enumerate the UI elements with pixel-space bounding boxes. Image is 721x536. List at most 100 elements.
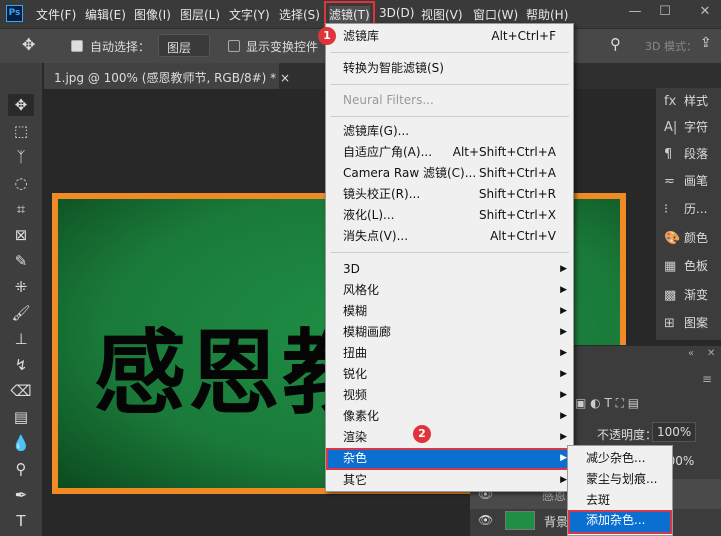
minimize-button[interactable]: — bbox=[620, 0, 650, 24]
move-icon: ✥ bbox=[22, 35, 36, 54]
eyedropper-tool-icon[interactable]: ✎ bbox=[8, 250, 34, 272]
menu-item-vanishing-point[interactable]: 消失点(V)... Alt+Ctrl+V bbox=[326, 226, 573, 247]
stamp-tool-icon[interactable]: ⊥ bbox=[8, 328, 34, 350]
menu-item-despeckle[interactable]: 去斑 bbox=[568, 490, 672, 511]
menu-layer[interactable]: 图层(L) bbox=[180, 6, 220, 23]
gradient-tool-icon[interactable]: ▤ bbox=[8, 406, 34, 428]
menu-item-convert-smart[interactable]: 转换为智能滤镜(S) bbox=[326, 58, 573, 79]
menu-image[interactable]: 图像(I) bbox=[134, 6, 171, 23]
menu-item-liquify[interactable]: 液化(L)... Shift+Ctrl+X bbox=[326, 205, 573, 226]
search-icon[interactable]: ⚲ bbox=[610, 35, 621, 53]
layer-select-dropdown[interactable]: 图层 bbox=[158, 34, 210, 57]
layer-thumbnail bbox=[505, 511, 535, 530]
menu-item-neural-filters: Neural Filters... bbox=[343, 93, 434, 107]
healing-tool-icon[interactable]: ⁜ bbox=[8, 276, 34, 298]
menu-help[interactable]: 帮助(H) bbox=[526, 6, 568, 23]
menu-item-stylize[interactable]: 风格化 ▶ bbox=[326, 280, 573, 301]
step-badge-1: 1 bbox=[318, 27, 336, 45]
noise-submenu: 减少杂色... 蒙尘与划痕... 去斑 添加杂色... bbox=[567, 445, 673, 536]
menu-view[interactable]: 视图(V) bbox=[421, 6, 463, 23]
panel-swatches[interactable]: ▦ 色板 bbox=[664, 253, 708, 279]
frame-tool-icon[interactable]: ⊠ bbox=[8, 224, 34, 246]
menu-item-camera-raw[interactable]: Camera Raw 滤镜(C)... Shift+Ctrl+A bbox=[326, 163, 573, 184]
document-tab[interactable]: 1.jpg @ 100% (感恩教师节, RGB/8#) * × bbox=[44, 63, 290, 89]
marquee-tool-icon[interactable]: ⬚ bbox=[8, 120, 34, 142]
menu-item-3d[interactable]: 3D ▶ bbox=[326, 259, 573, 280]
panel-close-icon[interactable]: ✕ bbox=[707, 348, 715, 359]
paragraph-icon: ¶ bbox=[664, 147, 673, 162]
menu-item-blur[interactable]: 模糊 ▶ bbox=[326, 301, 573, 322]
show-transform-label: 显示变换控件 bbox=[246, 40, 319, 54]
palette-icon: 🎨 bbox=[664, 231, 681, 246]
menu-item-noise[interactable]: 杂色 ▶ bbox=[326, 448, 573, 470]
maximize-button[interactable]: ☐ bbox=[650, 0, 680, 24]
menu-item-lens-correction[interactable]: 镜头校正(R)... Shift+Ctrl+R bbox=[326, 184, 573, 205]
menu-window[interactable]: 窗口(W) bbox=[473, 6, 518, 23]
panel-color[interactable]: 🎨 颜色 bbox=[664, 225, 708, 251]
eye-icon[interactable]: 👁 bbox=[478, 513, 493, 527]
type-tool-icon[interactable]: T bbox=[8, 510, 34, 532]
move-tool-icon[interactable]: ✥ bbox=[8, 94, 34, 116]
panel-history[interactable]: ⁝ 历... bbox=[664, 196, 707, 222]
gradient-icon: ▩ bbox=[664, 288, 677, 303]
history-icon: ⁝ bbox=[664, 202, 669, 217]
menu-item-blur-gallery[interactable]: 模糊画廊 ▶ bbox=[326, 322, 573, 343]
character-icon: A| bbox=[664, 120, 678, 135]
step-badge-2: 2 bbox=[413, 425, 431, 443]
history-brush-tool-icon[interactable]: ↯ bbox=[8, 354, 34, 376]
menu-3d[interactable]: 3D(D) bbox=[379, 6, 414, 20]
show-transform-checkbox[interactable] bbox=[228, 40, 240, 52]
close-button[interactable]: ✕ bbox=[690, 0, 720, 24]
crop-tool-icon[interactable]: ⌗ bbox=[8, 198, 34, 220]
document-tab-title: 1.jpg @ 100% (感恩教师节, RGB/8#) * bbox=[54, 71, 277, 85]
lasso-tool-icon[interactable]: ᛉ bbox=[8, 146, 34, 168]
panel-character[interactable]: A| 字符 bbox=[664, 114, 708, 140]
share-icon[interactable]: ⇪ bbox=[700, 35, 712, 51]
pen-tool-icon[interactable]: ✒ bbox=[8, 484, 34, 506]
fx-icon: fx bbox=[664, 94, 677, 109]
panel-paragraph[interactable]: ¶ 段落 bbox=[664, 141, 708, 167]
menu-item-dust-scratches[interactable]: 蒙尘与划痕... bbox=[568, 469, 672, 490]
menu-select[interactable]: 选择(S) bbox=[279, 6, 320, 23]
panel-styles[interactable]: fx 样式 bbox=[664, 88, 708, 114]
panel-menu-icon[interactable]: ≡ bbox=[702, 372, 712, 386]
menu-type[interactable]: 文字(Y) bbox=[229, 6, 270, 23]
opacity-label: 不透明度： bbox=[597, 428, 658, 442]
grid-icon: ▦ bbox=[664, 259, 677, 274]
close-tab-icon[interactable]: × bbox=[280, 71, 290, 85]
photoshop-logo: Ps bbox=[6, 5, 23, 22]
pattern-icon: ⊞ bbox=[664, 316, 675, 331]
panel-dock: fx 样式 A| 字符 ¶ 段落 ≂ 画笔 ⁝ 历... 🎨 颜色 ▦ 色板 ▩ 渐变 ⊞ 图案 bbox=[655, 88, 721, 340]
panel-gradient[interactable]: ▩ 渐变 bbox=[664, 282, 708, 308]
menu-item-render[interactable]: 渲染 ▶ bbox=[326, 427, 573, 448]
auto-select-label: 自动选择： bbox=[90, 40, 151, 54]
menu-item-adaptive-wide-angle[interactable]: 自适应广角(A)... Alt+Shift+Ctrl+A bbox=[326, 142, 573, 163]
menu-item-filter-gallery[interactable]: 滤镜库(G)... bbox=[326, 121, 573, 142]
menu-filter[interactable]: 滤镜(T) bbox=[324, 1, 375, 28]
3d-mode-label: 3D 模式： bbox=[645, 40, 697, 53]
auto-select-checkbox[interactable] bbox=[71, 40, 83, 52]
filter-menu: 滤镜库 Alt+Ctrl+F 转换为智能滤镜(S) Neural Filters.… bbox=[325, 23, 574, 492]
brush-tool-icon[interactable]: 🖌 bbox=[8, 302, 34, 324]
panel-brush[interactable]: ≂ 画笔 bbox=[664, 168, 708, 194]
quick-select-tool-icon[interactable]: ◌ bbox=[8, 172, 34, 194]
menu-item-video[interactable]: 视频 ▶ bbox=[326, 385, 573, 406]
panel-patterns[interactable]: ⊞ 图案 bbox=[664, 310, 708, 336]
opacity-input[interactable]: 100% bbox=[652, 422, 697, 442]
menu-file[interactable]: 文件(F) bbox=[36, 6, 76, 23]
toolbar: ✥ ⬚ ᛉ ◌ ⌗ ⊠ ✎ ⁜ 🖌 ⊥ ↯ ⌫ ▤ 💧 ⚲ ✒ T bbox=[0, 63, 43, 536]
eraser-tool-icon[interactable]: ⌫ bbox=[8, 380, 34, 402]
blur-tool-icon[interactable]: 💧 bbox=[8, 432, 34, 454]
brush-icon: ≂ bbox=[664, 174, 675, 189]
menu-item-other[interactable]: 其它 ▶ bbox=[326, 470, 573, 491]
menu-item-filter-gallery-last[interactable]: 滤镜库 Alt+Ctrl+F bbox=[326, 26, 573, 47]
menu-item-distort[interactable]: 扭曲 ▶ bbox=[326, 343, 573, 364]
dodge-tool-icon[interactable]: ⚲ bbox=[8, 458, 34, 480]
collapse-icon[interactable]: « bbox=[688, 348, 694, 359]
menu-edit[interactable]: 编辑(E) bbox=[85, 6, 126, 23]
menu-item-add-noise[interactable]: 添加杂色... bbox=[568, 510, 672, 534]
filter-icons[interactable]: ▣ ◐ T ⛶ ▤ bbox=[575, 396, 639, 411]
menu-item-sharpen[interactable]: 锐化 ▶ bbox=[326, 364, 573, 385]
menu-item-pixelate[interactable]: 像素化 ▶ bbox=[326, 406, 573, 427]
menu-item-reduce-noise[interactable]: 减少杂色... bbox=[568, 448, 672, 469]
